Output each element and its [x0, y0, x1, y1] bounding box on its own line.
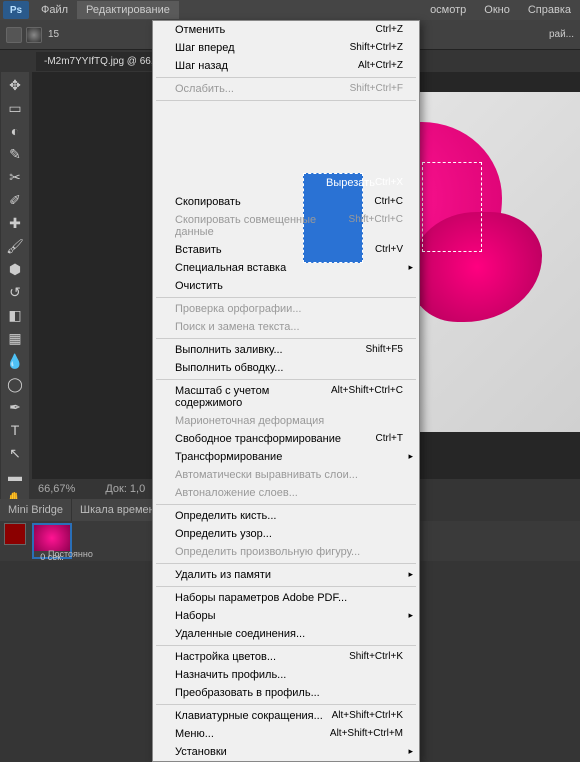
menu-item-выполнить-заливку-[interactable]: Выполнить заливку...Shift+F5 [153, 341, 419, 359]
dodge-tool[interactable]: ◯ [3, 373, 27, 395]
menu-item-трансформирование[interactable]: Трансформирование [153, 448, 419, 466]
pen-tool[interactable]: ✒ [3, 396, 27, 418]
gradient-tool[interactable]: ▦ [3, 327, 27, 349]
panel-tabs: Mini Bridge Шкала времени [0, 499, 170, 521]
menu-separator [156, 297, 416, 298]
selection-marquee [422, 162, 482, 252]
path-tool[interactable]: ↖ [3, 442, 27, 464]
color-swatch[interactable] [4, 523, 26, 545]
app-logo-icon: Ps [3, 1, 29, 19]
status-bar: 66,67% Док: 1,0 [32, 479, 145, 499]
shape-tool[interactable]: ▬ [3, 465, 27, 487]
menu-item-ослабить-: Ослабить...Shift+Ctrl+F [153, 80, 419, 98]
brush-size-value: 15 [48, 29, 59, 40]
lasso-tool[interactable]: ◐ [3, 120, 27, 142]
menubar: Ps Файл Редактирование осмотр Окно Справ… [0, 0, 580, 20]
menu-item-меню-[interactable]: Меню...Alt+Shift+Ctrl+M [153, 725, 419, 743]
menu-item-назначить-профиль-[interactable]: Назначить профиль... [153, 666, 419, 684]
frame-thumbnail [34, 525, 70, 551]
loop-option[interactable]: Постоянно [48, 549, 93, 559]
zoom-level[interactable]: 66,67% [38, 483, 75, 495]
quick-select-tool[interactable]: ✎ [3, 143, 27, 165]
menu-item-автоматически-выравнивать-слои-: Автоматически выравнивать слои... [153, 466, 419, 484]
menu-item-шаг-назад[interactable]: Шаг назадAlt+Ctrl+Z [153, 57, 419, 75]
doc-info: Док: 1,0 [105, 483, 145, 495]
menu-separator [156, 586, 416, 587]
menu-item-свободное-трансформирование[interactable]: Свободное трансформированиеCtrl+T [153, 430, 419, 448]
menu-help[interactable]: Справка [519, 1, 580, 19]
menu-item-скопировать[interactable]: СкопироватьCtrl+C [153, 193, 419, 211]
menu-window[interactable]: Окно [475, 1, 519, 19]
menu-item-наборы[interactable]: Наборы [153, 607, 419, 625]
menu-item-отменить[interactable]: ОтменитьCtrl+Z [153, 21, 419, 39]
healing-tool[interactable]: ✚ [3, 212, 27, 234]
menu-separator [156, 77, 416, 78]
optbar-text: рай... [549, 29, 574, 40]
menu-item-определить-кисть-[interactable]: Определить кисть... [153, 507, 419, 525]
stamp-tool[interactable]: ⬢ [3, 258, 27, 280]
menu-view[interactable]: осмотр [421, 1, 475, 19]
menu-separator [156, 704, 416, 705]
menu-file[interactable]: Файл [32, 1, 77, 19]
marquee-tool[interactable]: ▭ [3, 97, 27, 119]
crop-tool[interactable]: ✂ [3, 166, 27, 188]
menu-item-скопировать-совмещенные-данные: Скопировать совмещенные данныеShift+Ctrl… [153, 211, 419, 241]
menu-separator [156, 338, 416, 339]
menu-separator [156, 504, 416, 505]
menu-item-наборы-параметров-adobe-pdf-[interactable]: Наборы параметров Adobe PDF... [153, 589, 419, 607]
menu-item-клавиатурные-сокращения-[interactable]: Клавиатурные сокращения...Alt+Shift+Ctrl… [153, 707, 419, 725]
menu-item-проверка-орфографии-: Проверка орфографии... [153, 300, 419, 318]
menu-item-установки[interactable]: Установки [153, 743, 419, 761]
menu-separator [156, 645, 416, 646]
menu-item-шаг-вперед[interactable]: Шаг впередShift+Ctrl+Z [153, 39, 419, 57]
menu-item-выполнить-обводку-[interactable]: Выполнить обводку... [153, 359, 419, 377]
menu-item-автоналожение-слоев-: Автоналожение слоев... [153, 484, 419, 502]
move-tool[interactable]: ✥ [3, 74, 27, 96]
menu-item-преобразовать-в-профиль-[interactable]: Преобразовать в профиль... [153, 684, 419, 702]
menu-separator [156, 379, 416, 380]
tool-preset-icon[interactable] [6, 27, 22, 43]
menu-item-определить-произвольную-фигуру-: Определить произвольную фигуру... [153, 543, 419, 561]
eyedropper-tool[interactable]: ✐ [3, 189, 27, 211]
tools-panel: ✥ ▭ ◐ ✎ ✂ ✐ ✚ 🖌 ⬢ ↺ ◧ ▦ 💧 ◯ ✒ T ↖ ▬ ✋ 🔍 [1, 72, 29, 535]
edit-menu-dropdown: ОтменитьCtrl+ZШаг впередShift+Ctrl+ZШаг … [152, 20, 420, 762]
menu-separator [156, 563, 416, 564]
menu-item-марионеточная-деформация: Марионеточная деформация [153, 412, 419, 430]
history-brush-tool[interactable]: ↺ [3, 281, 27, 303]
tab-minibridge[interactable]: Mini Bridge [0, 499, 72, 521]
menu-item-вставить[interactable]: ВставитьCtrl+V [153, 241, 419, 259]
eraser-tool[interactable]: ◧ [3, 304, 27, 326]
menu-item-очистить[interactable]: Очистить [153, 277, 419, 295]
menu-edit[interactable]: Редактирование [77, 1, 179, 19]
menu-item-поиск-и-замена-текста-: Поиск и замена текста... [153, 318, 419, 336]
menu-item-определить-узор-[interactable]: Определить узор... [153, 525, 419, 543]
menu-item-удаленные-соединения-[interactable]: Удаленные соединения... [153, 625, 419, 643]
brush-tool[interactable]: 🖌 [3, 235, 27, 257]
menu-item-масштаб-с-учетом-содержимого[interactable]: Масштаб с учетом содержимогоAlt+Shift+Ct… [153, 382, 419, 412]
menu-separator [156, 100, 416, 101]
brush-preview-icon[interactable] [26, 27, 42, 43]
menu-item-специальная-вставка[interactable]: Специальная вставка [153, 259, 419, 277]
blur-tool[interactable]: 💧 [3, 350, 27, 372]
menu-item-настройка-цветов-[interactable]: Настройка цветов...Shift+Ctrl+K [153, 648, 419, 666]
type-tool[interactable]: T [3, 419, 27, 441]
menu-item-удалить-из-памяти[interactable]: Удалить из памяти [153, 566, 419, 584]
